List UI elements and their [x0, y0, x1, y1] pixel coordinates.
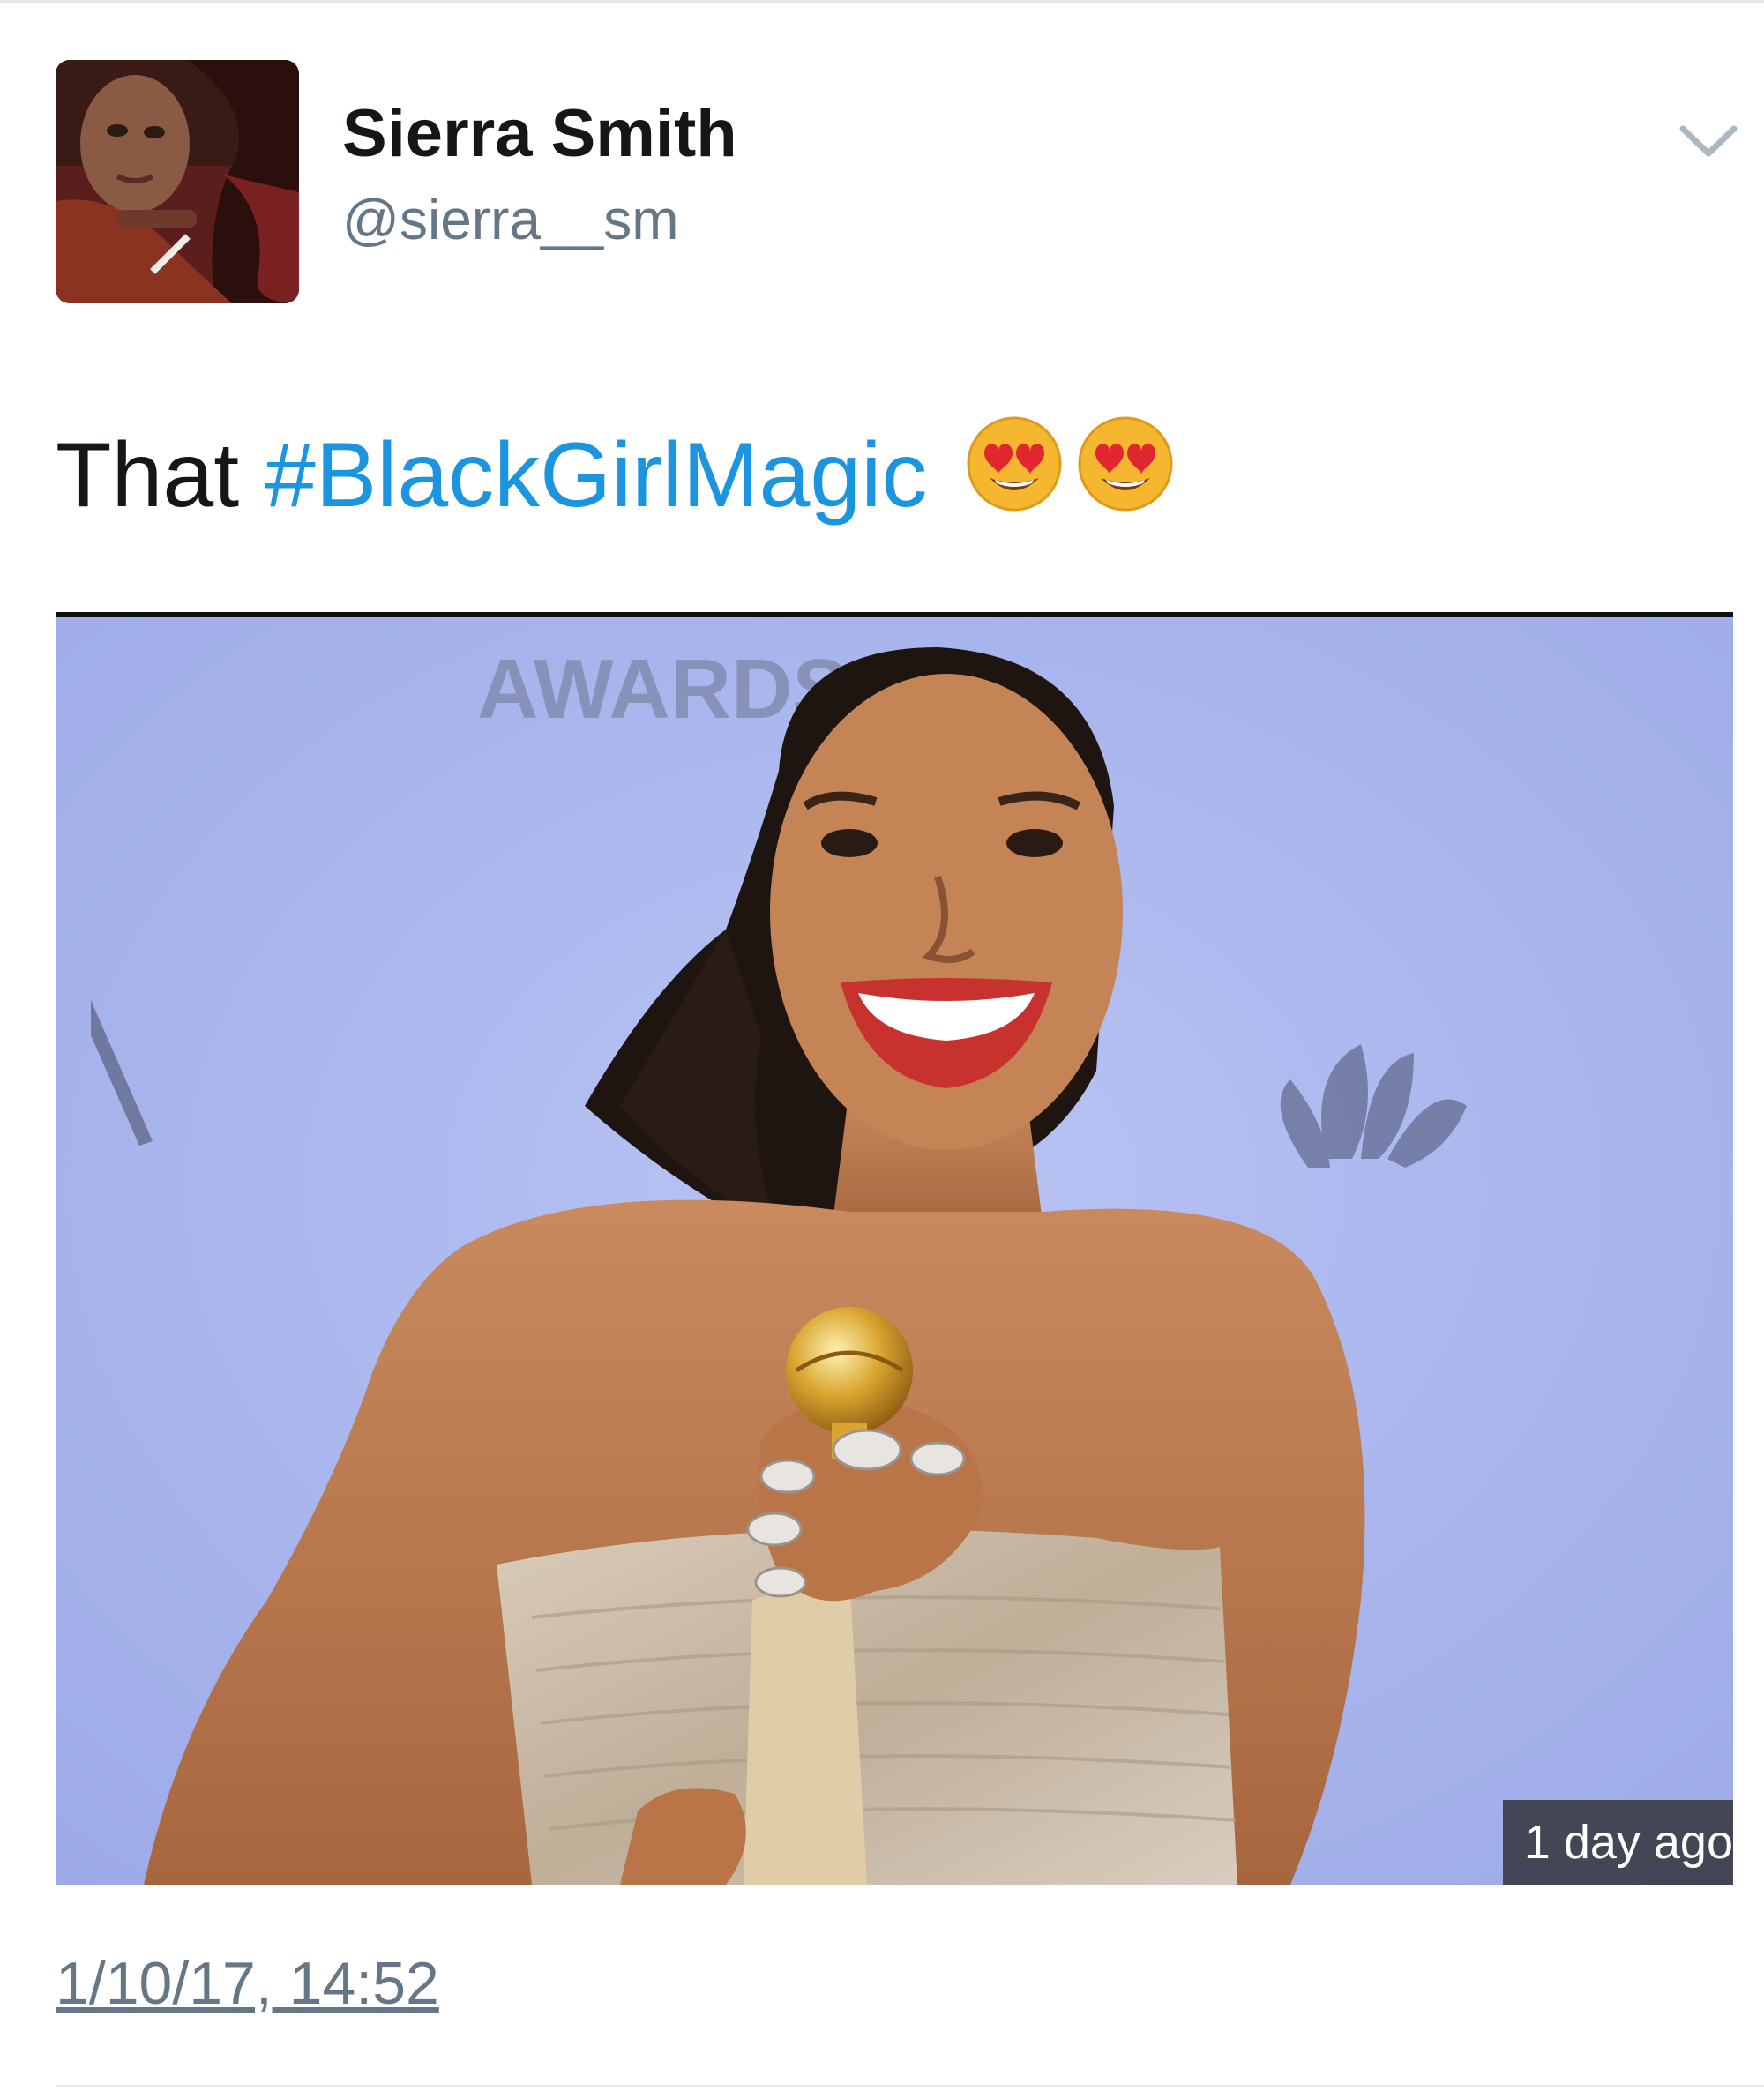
heart-eyes-emoji-icon: [967, 416, 1062, 512]
hashtag-link[interactable]: #BlackGirlMagic: [265, 424, 927, 526]
tweet-text-prefix: That: [56, 423, 240, 526]
photo-image: AWARDS: [56, 612, 1733, 1885]
author-name[interactable]: Sierra Smith: [342, 95, 737, 172]
bottom-divider: [56, 2085, 1764, 2087]
media-time-badge: 1 day ago: [1502, 1800, 1733, 1885]
tweet-media-photo[interactable]: AWARDS 1 day ago: [56, 612, 1733, 1885]
avatar[interactable]: [56, 60, 299, 303]
top-divider: [0, 0, 1764, 3]
heart-eyes-emoji-icon: [1078, 416, 1173, 512]
tweet-timestamp-link[interactable]: 1/10/17, 14:52: [56, 1949, 439, 2018]
author-handle[interactable]: @sierra__sm: [342, 187, 679, 252]
chevron-down-icon[interactable]: [1678, 120, 1739, 164]
tweet-text: That #BlackGirlMagic: [56, 416, 1175, 542]
avatar-image: [56, 60, 299, 303]
emoji-group: [953, 414, 1175, 535]
